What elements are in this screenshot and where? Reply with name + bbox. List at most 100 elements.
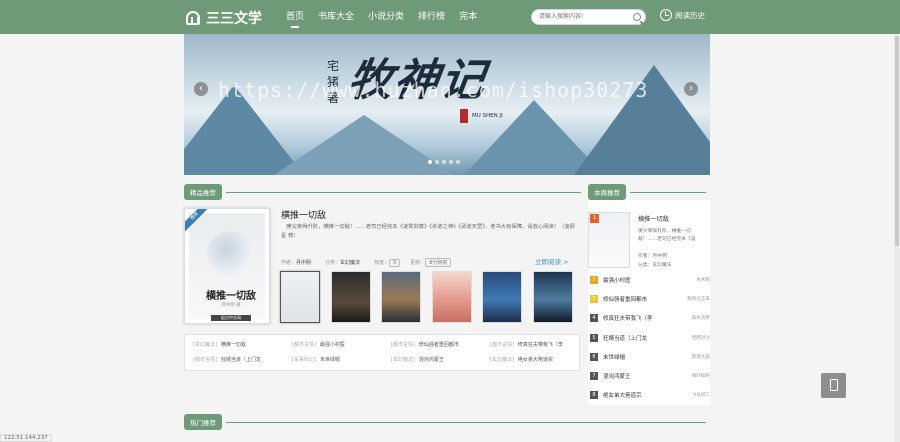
rank-number-badge: 3 [590, 295, 598, 303]
site-logo[interactable]: 三三文学 [186, 8, 262, 28]
rank-list-item[interactable]: 4 修真狂夫带我飞（李 知水流罗 [590, 313, 710, 323]
rank-item-title[interactable]: 狂婿当道（上门龙 [603, 334, 680, 342]
rank-item-title[interactable]: 混沌鸿蒙王 [603, 372, 680, 380]
section-divider [630, 191, 706, 193]
cover-publisher: 起点中文网 [211, 315, 251, 321]
thumbnail-book-cover[interactable] [280, 271, 320, 323]
featured-book-description: 庚父宰舜升阶，横推一切敌！……老司已经完本《凌霄剑尊》《杀道之神》《武道天罡》，… [281, 224, 575, 239]
thumbnail-book-cover[interactable] [381, 271, 421, 323]
rank-number-badge: 1 [590, 214, 599, 223]
rank-list-item[interactable]: 7 混沌鸿蒙王 微叶知秋 [590, 371, 710, 381]
list-item-category: [都市言情] [292, 342, 316, 348]
top-navigation-bar: 三三文学 首页 书库大全 小说分类 排行榜 完本 阅读历史 [0, 0, 900, 34]
ribbon-text: 推荐 [185, 209, 209, 233]
rank-list-item[interactable]: 8 绝女弟大佬道宗 9号初二 [590, 390, 710, 400]
thumbnail-book-cover[interactable] [532, 271, 573, 323]
rank-top-description: 庚父宰舜升阶，横推一切敌！……老司已经完本《凌 [638, 229, 696, 242]
rank-top-title[interactable]: 横推一切敌 [638, 214, 669, 223]
nav-categories[interactable]: 小说分类 [368, 0, 404, 34]
update-badge: 8分钟前 [425, 258, 452, 267]
search-icon[interactable] [633, 13, 641, 21]
rank-item-author: 知水流罗 [691, 316, 710, 321]
list-item-title[interactable]: 最强小村医 [320, 341, 345, 348]
list-item-title[interactable]: 混沌鸿蒙王 [419, 356, 444, 363]
nav-library[interactable]: 书库大全 [318, 0, 354, 34]
list-item-category: [玄幻魔法] [391, 357, 415, 363]
rank-list-item[interactable]: 6 末世绿帽 莫莫大森 [590, 352, 710, 362]
banner-dot[interactable] [449, 160, 453, 164]
book-list-row: [都市言情] 狂婿当道（上门龙 [军事科幻] 末世绿帽 [玄幻魔法] 混沌鸿蒙王 [玄… [193, 356, 589, 363]
nav-ranking[interactable]: 排行榜 [418, 0, 445, 34]
page-background-right [710, 34, 894, 442]
reading-history-link[interactable]: 阅读历史 [660, 9, 705, 21]
page-scrollbar[interactable] [894, 34, 900, 442]
tablet-icon [830, 379, 838, 391]
thumbnail-book-cover[interactable] [330, 271, 371, 323]
rank-list-item[interactable]: 5 狂婿当道（上门龙 佳明对对 [590, 333, 710, 343]
nav-completed[interactable]: 完本 [459, 0, 477, 34]
rank-item-title[interactable]: 末世绿帽 [603, 353, 680, 361]
cover-title: 横推一切敌 [206, 291, 256, 302]
list-item[interactable]: [玄幻魔法] 混沌鸿蒙王 [391, 356, 490, 363]
author-label: 作者： [281, 260, 297, 266]
scrollbar-thumb[interactable] [895, 36, 899, 246]
list-item-title[interactable]: 绝女弟大佬道宗 [518, 356, 553, 363]
read-now-link[interactable]: 立即阅读 > [535, 256, 569, 266]
thumbnail-book-cover[interactable] [431, 271, 472, 323]
search-input[interactable] [539, 13, 629, 20]
banner-pinyin: MU SHEN JI [472, 113, 503, 119]
hot-section-header: 热门推荐 [184, 414, 706, 430]
list-item-title[interactable]: 修真狂夫带我飞（李 [518, 341, 563, 348]
rank-item-author: 水木帆 [696, 278, 710, 283]
rank-item-author: 莫莫大森 [691, 355, 710, 360]
rank-top-author: 作者：月中阴 [638, 254, 667, 259]
list-item-category: [都市言情] [193, 357, 217, 363]
featured-book-cover[interactable]: 横推一切敌 月中阴 著 起点中文网 推荐 [184, 208, 270, 324]
banner-dot[interactable] [442, 160, 446, 164]
list-item-category: [都市言情] [391, 342, 415, 348]
list-item[interactable]: [玄幻魔法] 绝女弟大佬道宗 [490, 356, 589, 363]
update-label: 更新： [410, 260, 426, 266]
category-value[interactable]: 玄幻魔法 [340, 259, 360, 266]
main-nav: 首页 书库大全 小说分类 排行榜 完本 [286, 0, 491, 34]
rank-list-item[interactable]: 2 最强小村医 水木帆 [590, 275, 710, 285]
banner-dot[interactable] [428, 160, 432, 164]
featured-book-title[interactable]: 横推一切敌 [281, 208, 326, 221]
mobile-version-button[interactable] [821, 373, 846, 398]
rank-item-author: 佳明对对 [691, 336, 710, 341]
list-item[interactable]: [都市言情] 狂婿当道（上门龙 [193, 356, 292, 363]
list-item-category: [军事科幻] [292, 357, 316, 363]
rank-top-item[interactable]: 1 横推一切敌 庚父宰舜升阶，横推一切敌！……老司已经完本《凌 作者：月中阴 分… [588, 206, 710, 268]
banner-dot[interactable] [456, 160, 460, 164]
rank-item-title[interactable]: 修仙强者重回都市 [603, 295, 680, 303]
recommend-thumbnails [280, 271, 583, 323]
list-item-title[interactable]: 修仙强者重回都市 [419, 341, 459, 348]
list-item[interactable]: [都市言情] 修真狂夫带我飞（李 [490, 341, 589, 348]
list-item[interactable]: [玄幻魔法] 横推一切敌 [193, 341, 292, 348]
banner-next-button[interactable]: › [684, 82, 698, 96]
reading-history-label: 阅读历史 [675, 10, 705, 20]
list-item-title[interactable]: 狂婿当道（上门龙 [221, 356, 261, 363]
list-item[interactable]: [都市言情] 修仙强者重回都市 [391, 341, 490, 348]
rank-list-item[interactable]: 3 修仙强者重回都市 我和北王朱 [590, 294, 710, 304]
list-item[interactable]: [都市言情] 最强小村医 [292, 341, 391, 348]
rank-item-title[interactable]: 绝女弟大佬道宗 [603, 391, 680, 399]
weekly-ranking: 1 横推一切敌 庚父宰舜升阶，横推一切敌！……老司已经完本《凌 作者：月中阴 分… [588, 200, 710, 405]
rank-section-header: 本周推荐 [588, 184, 706, 200]
banner-prev-button[interactable]: ‹ [194, 82, 208, 96]
list-item[interactable]: [军事科幻] 末世绿帽 [292, 356, 391, 363]
banner-carousel[interactable]: 宅猪著 牧神记 MU SHEN JI ‹ › [184, 34, 710, 175]
list-item-title[interactable]: 末世绿帽 [320, 356, 340, 363]
recommend-book-list: [玄幻魔法] 横推一切敌 [都市言情] 最强小村医 [都市言情] 修仙强者重回都市 [… [184, 334, 580, 371]
thumbnail-book-cover[interactable] [482, 271, 522, 323]
rank-item-title[interactable]: 最强小村医 [603, 276, 680, 284]
hot-section-label: 热门推荐 [184, 414, 222, 430]
list-item-title[interactable]: 横推一切敌 [221, 341, 246, 348]
watermark-url: https://www.huzhan.com/ishop30273 [218, 78, 649, 102]
nav-home[interactable]: 首页 [286, 0, 304, 34]
cover-author: 月中阴 著 [221, 303, 241, 308]
rank-item-title[interactable]: 修真狂夫带我飞（李 [603, 314, 680, 322]
banner-dot[interactable] [435, 160, 439, 164]
rank-number-badge: 8 [590, 391, 598, 399]
author-value[interactable]: 月中阴 [296, 259, 311, 266]
